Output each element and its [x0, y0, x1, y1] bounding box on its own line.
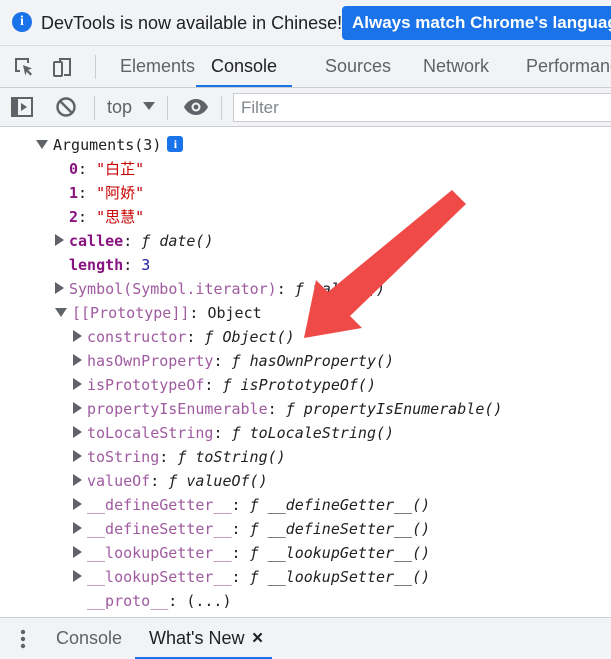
console-output: Arguments(3) i 0: "白芷" 1: "阿娇" 2: "思慧" ca…	[0, 127, 611, 617]
expand-triangle-icon[interactable]	[73, 330, 82, 342]
prototype-member-row[interactable]: propertyIsEnumerable: ƒ propertyIsEnumer…	[73, 397, 502, 421]
inspect-element-icon[interactable]	[12, 55, 36, 79]
prototype-member-row[interactable]: __lookupSetter__: ƒ __lookupSetter__()	[73, 565, 430, 589]
expand-triangle-icon[interactable]	[73, 378, 82, 390]
drawer-tab-whats-new[interactable]: What's New	[134, 618, 274, 659]
expand-triangle-icon[interactable]	[73, 450, 82, 462]
callee-row[interactable]: callee: ƒ date()	[55, 229, 214, 253]
kebab-menu-icon[interactable]	[20, 629, 26, 649]
expand-triangle-icon[interactable]	[55, 234, 64, 246]
expand-triangle-icon[interactable]	[73, 522, 82, 534]
array-item-row: 1: "阿娇"	[69, 184, 145, 202]
eye-icon[interactable]	[183, 95, 209, 119]
toolbar-divider	[94, 96, 95, 120]
info-icon[interactable]: i	[167, 136, 184, 152]
tab-elements[interactable]: Elements	[120, 46, 195, 87]
prototype-member-row[interactable]: __lookupGetter__: ƒ __lookupGetter__()	[73, 541, 430, 565]
info-icon: i	[12, 12, 32, 32]
expand-triangle-icon[interactable]	[73, 546, 82, 558]
array-item-row: 2: "思慧"	[69, 208, 145, 226]
expand-triangle-icon[interactable]	[36, 140, 48, 149]
toolbar-divider	[167, 96, 168, 120]
expand-triangle-icon[interactable]	[73, 402, 82, 414]
tab-network[interactable]: Network	[423, 46, 489, 87]
expand-triangle-icon[interactable]	[73, 498, 82, 510]
expand-triangle-icon[interactable]	[73, 570, 82, 582]
prototype-member-row[interactable]: hasOwnProperty: ƒ hasOwnProperty()	[73, 349, 394, 373]
drawer-tab-console[interactable]: Console	[56, 618, 122, 659]
clear-console-icon[interactable]	[54, 95, 78, 119]
length-row: length: 3	[69, 256, 151, 274]
prototype-member-row[interactable]: isPrototypeOf: ƒ isPrototypeOf()	[73, 373, 376, 397]
prototype-member-row[interactable]: __defineGetter__: ƒ __defineGetter__()	[73, 493, 430, 517]
dropdown-arrow-icon[interactable]	[143, 102, 155, 110]
array-item-row: 0: "白芷"	[69, 160, 145, 178]
prototype-member-row[interactable]: valueOf: ƒ valueOf()	[73, 469, 268, 493]
prototype-row[interactable]: [[Prototype]]: Object	[55, 301, 262, 325]
expand-triangle-icon[interactable]	[73, 426, 82, 438]
expand-triangle-icon[interactable]	[55, 282, 64, 294]
arguments-row[interactable]: Arguments(3) i	[36, 133, 184, 157]
filter-input[interactable]	[233, 93, 611, 122]
expand-triangle-icon[interactable]	[73, 354, 82, 366]
context-selector[interactable]: top	[107, 97, 132, 118]
prototype-member-row[interactable]: __defineSetter__: ƒ __defineSetter__()	[73, 517, 430, 541]
expand-triangle-icon[interactable]	[55, 308, 67, 317]
infobar-message: DevTools is now available in Chinese!	[41, 13, 343, 33]
prototype-member-row[interactable]: toLocaleString: ƒ toLocaleString()	[73, 421, 394, 445]
match-language-button[interactable]: Always match Chrome's language	[342, 6, 611, 40]
tab-performance[interactable]: Performance	[526, 46, 611, 87]
toolbar-divider	[95, 55, 96, 79]
device-toolbar-icon[interactable]	[51, 55, 75, 79]
tab-console[interactable]: Console	[196, 46, 293, 87]
language-infobar: i DevTools is now available in Chinese! …	[0, 0, 611, 46]
tab-sources[interactable]: Sources	[325, 46, 391, 87]
sidebar-toggle-icon[interactable]	[10, 95, 34, 119]
prototype-member-row[interactable]: toString: ƒ toString()	[73, 445, 286, 469]
close-icon[interactable]: ×	[252, 628, 263, 650]
main-tab-bar: Elements Console Sources Network Perform…	[0, 46, 611, 88]
prototype-member-row[interactable]: constructor: ƒ Object()	[73, 325, 295, 349]
drawer-tab-bar: Console What's New ×	[0, 617, 611, 659]
proto-accessor-row[interactable]: __proto__: (...)	[87, 589, 232, 613]
symbol-iterator-row[interactable]: Symbol(Symbol.iterator): ƒ values()	[55, 277, 385, 301]
console-toolbar: top	[0, 88, 611, 127]
toolbar-divider	[221, 96, 222, 120]
expand-triangle-icon[interactable]	[73, 474, 82, 486]
